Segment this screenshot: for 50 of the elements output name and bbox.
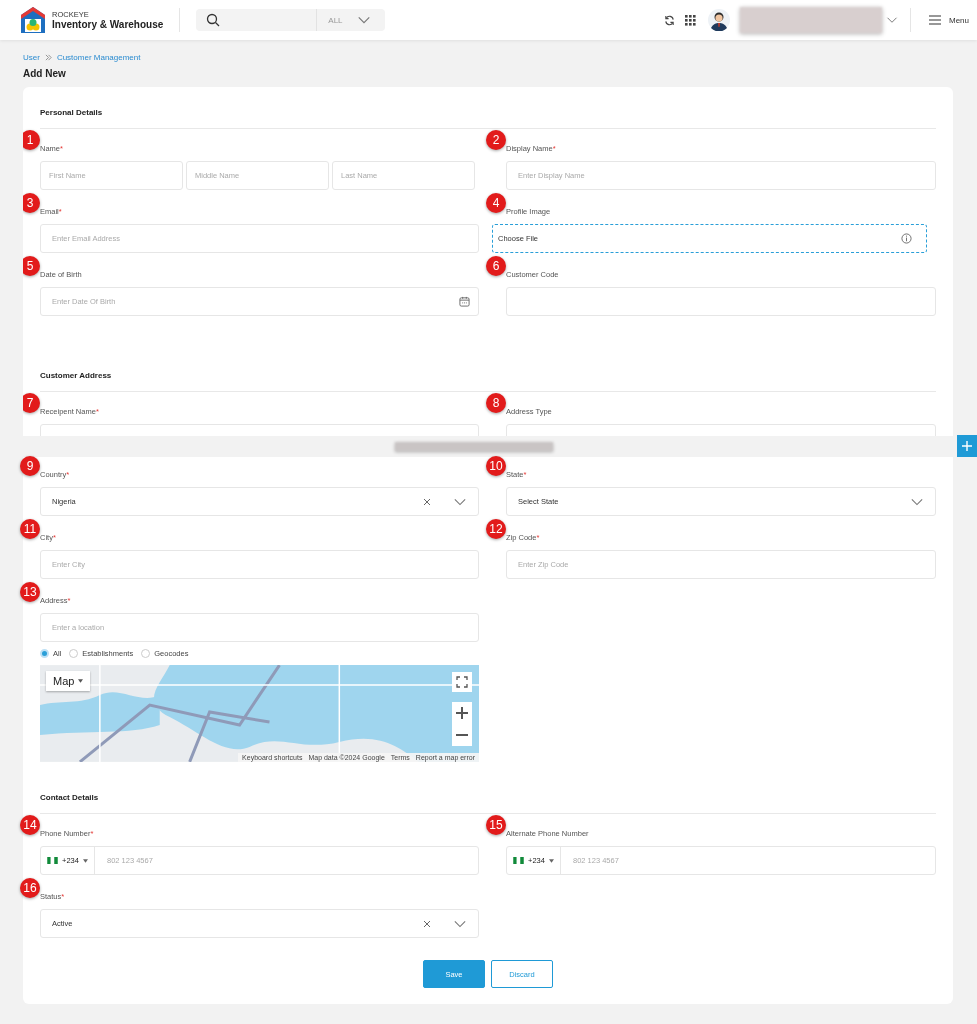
- map-type-button[interactable]: Map: [46, 671, 91, 691]
- number-marker: 10: [486, 456, 506, 476]
- menu-icon: [929, 15, 941, 25]
- radio-button[interactable]: [40, 648, 49, 658]
- radio-button[interactable]: [69, 648, 79, 658]
- number-marker: 4: [486, 193, 506, 213]
- number-marker: 14: [20, 815, 40, 835]
- close-icon[interactable]: [423, 497, 431, 506]
- refresh-icon[interactable]: [664, 14, 675, 26]
- caret-down-icon: [82, 858, 88, 863]
- radio-button[interactable]: [141, 648, 151, 658]
- avatar-icon[interactable]: [708, 9, 730, 31]
- info-icon[interactable]: [901, 233, 912, 244]
- number-marker: 3: [23, 193, 40, 213]
- caret-down-icon: [78, 679, 84, 683]
- menu-button[interactable]: Menu: [923, 11, 977, 29]
- breadcrumb-link[interactable]: User: [23, 53, 40, 62]
- close-icon[interactable]: [423, 919, 431, 928]
- flag-icon: [47, 857, 58, 864]
- number-marker: 8: [486, 393, 506, 413]
- add-button[interactable]: [957, 435, 977, 457]
- number-marker: 16: [20, 878, 40, 898]
- apps-grid-icon[interactable]: [685, 14, 696, 26]
- section-title: Contact Details: [40, 771, 936, 814]
- caret-down-icon: [548, 858, 554, 863]
- number-marker: 6: [486, 256, 506, 276]
- section-title: Customer Address: [40, 325, 936, 392]
- plus-icon: [962, 441, 972, 451]
- zoom-in-icon[interactable]: [452, 702, 472, 724]
- brand-name: Inventory & Warehouse: [52, 19, 164, 30]
- number-marker: 7: [23, 393, 40, 413]
- number-marker: 5: [23, 256, 40, 276]
- page-title: Add New: [23, 68, 67, 81]
- calendar-icon[interactable]: [459, 296, 470, 307]
- number-marker: 13: [20, 582, 40, 602]
- breadcrumb-link[interactable]: Customer Management: [56, 53, 141, 62]
- number-marker: 1: [23, 130, 40, 150]
- input-field[interactable]: [506, 287, 936, 316]
- number-marker: 2: [486, 130, 506, 150]
- house-logo-icon: [20, 6, 46, 34]
- number-marker: 9: [20, 456, 40, 476]
- number-marker: 11: [20, 519, 40, 539]
- zoom-out-icon[interactable]: [452, 724, 472, 746]
- number-marker: 15: [486, 815, 506, 835]
- fullscreen-icon[interactable]: [452, 672, 472, 692]
- search-icon: [206, 13, 221, 27]
- number-marker: 12: [486, 519, 506, 539]
- double-chevron-icon: [44, 54, 52, 61]
- section-title: Personal Details: [40, 87, 936, 129]
- flag-icon: [513, 857, 524, 864]
